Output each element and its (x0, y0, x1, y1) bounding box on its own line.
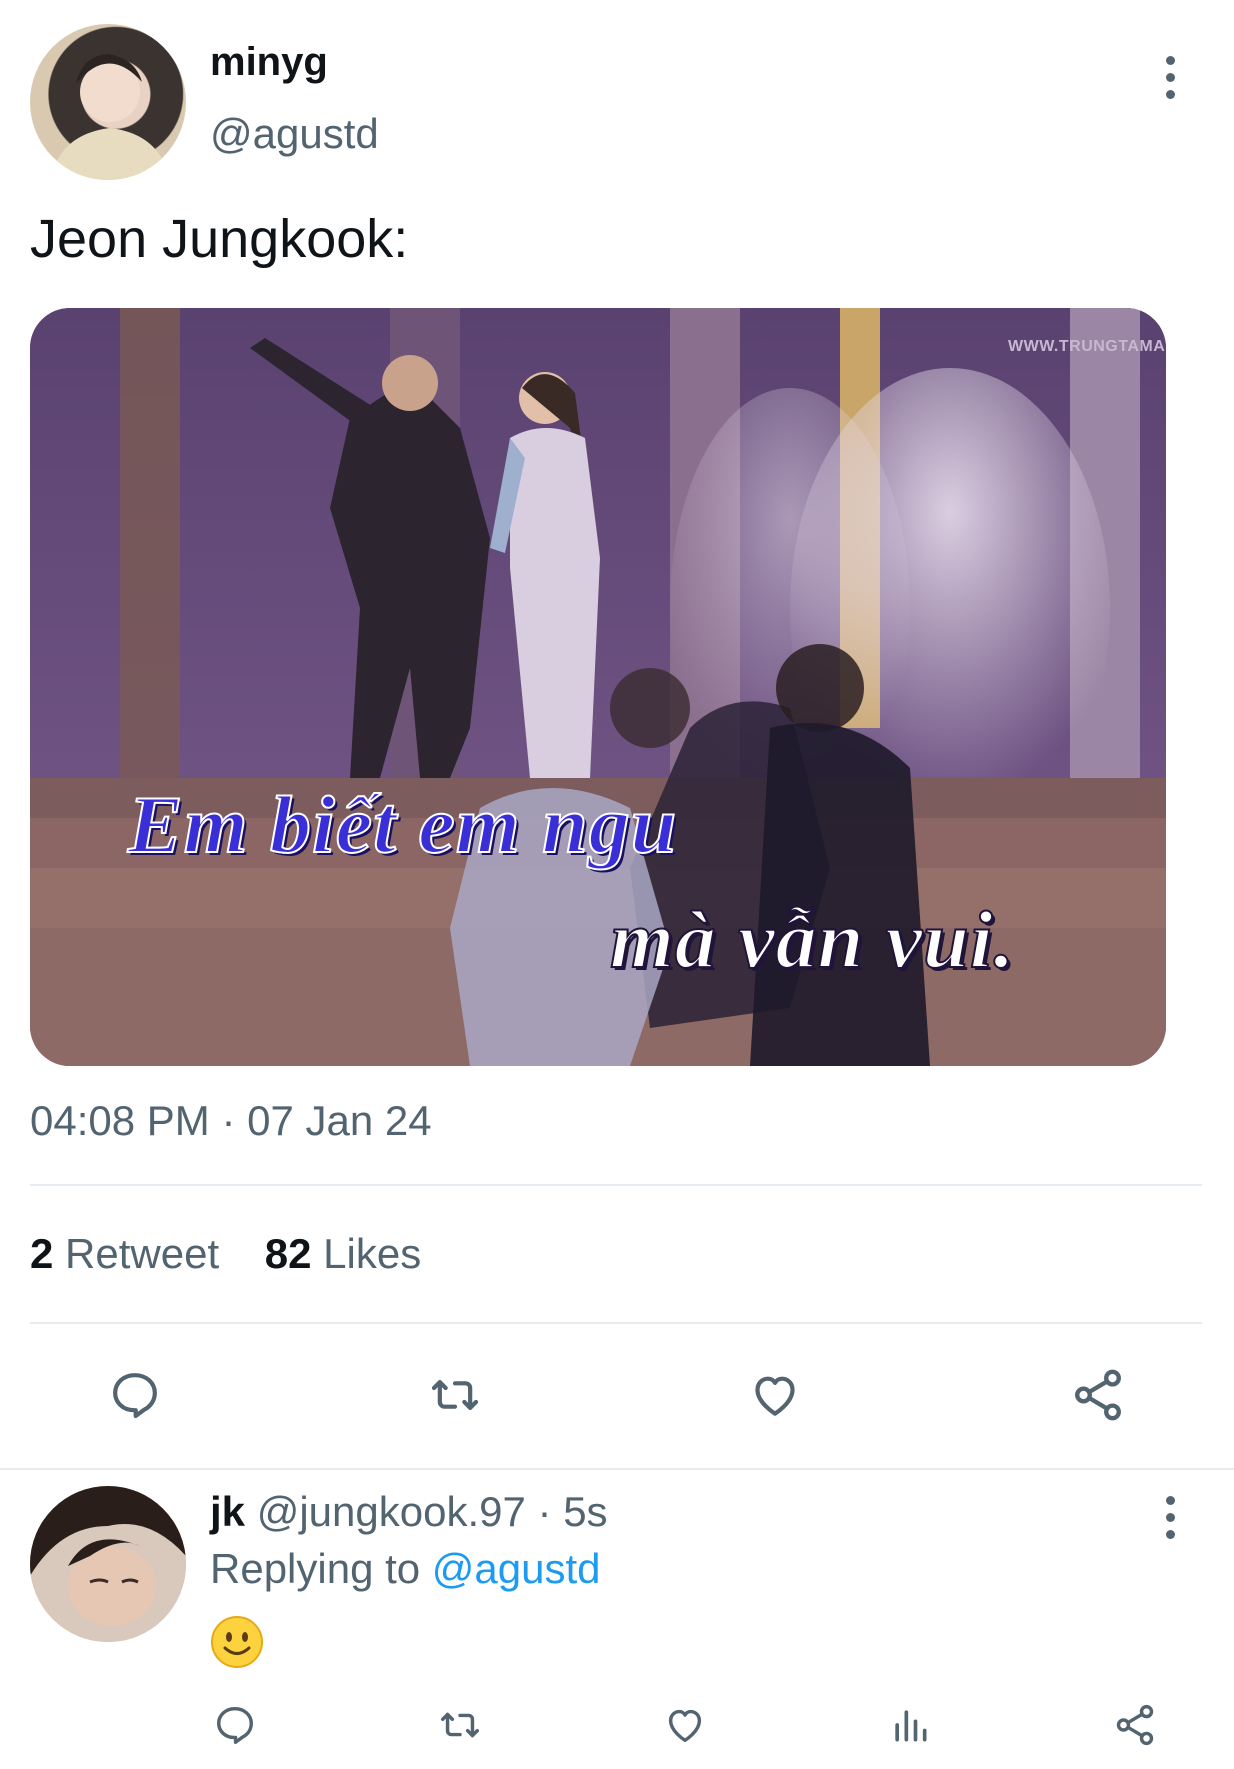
subtitle-line-1: Em biết em ngu (127, 778, 678, 871)
reply-analytics-button[interactable] (885, 1700, 935, 1750)
tweet-time: 04:08 PM (30, 1097, 210, 1144)
likes-count: 82 (264, 1230, 312, 1277)
retweet-stat[interactable]: 2 Retweet (30, 1230, 231, 1277)
heart-icon (755, 1376, 795, 1416)
replying-to: Replying to @agustd (210, 1545, 601, 1593)
reply-retweet-button[interactable] (435, 1700, 485, 1750)
reply-author-avatar[interactable] (30, 1486, 186, 1642)
reply-button[interactable] (100, 1365, 170, 1425)
author-handle[interactable]: @agustd (210, 110, 379, 158)
reply-header: jk @jungkook.97 · 5s (210, 1488, 608, 1536)
media-watermark: WWW.TRUNGTAMAS (1008, 338, 1166, 355)
reply-author-name[interactable]: jk (210, 1488, 245, 1535)
retweet-icon (441, 1712, 479, 1738)
likes-label: Likes (323, 1230, 422, 1277)
share-icon (1075, 1369, 1121, 1421)
retweet-button[interactable] (420, 1365, 490, 1425)
smiling-face-emoji (210, 1615, 264, 1669)
reply-reply-button[interactable] (210, 1700, 260, 1750)
reply-time: 5s (563, 1488, 608, 1535)
reply-share-button[interactable] (1110, 1700, 1160, 1750)
more-options-icon[interactable] (1163, 56, 1177, 99)
tweet-text: Jeon Jungkook: (30, 209, 409, 269)
reply-more-options-icon[interactable] (1163, 1496, 1177, 1539)
tweet-media[interactable]: WWW.TRUNGTAMAS Em biết em ngu mà vẫn vui… (30, 308, 1166, 1066)
retweet-icon (431, 1380, 479, 1410)
reply-separator: · (537, 1488, 552, 1535)
retweet-count: 2 (30, 1230, 54, 1277)
divider-top (30, 1184, 1202, 1186)
reply-icon (216, 1706, 254, 1744)
tweet-date: 07 Jan 24 (247, 1097, 432, 1144)
retweet-label: Retweet (65, 1230, 220, 1277)
reply-icon (113, 1373, 157, 1419)
likes-stat[interactable]: 82 Likes (265, 1230, 421, 1277)
author-name[interactable]: minyg (210, 40, 328, 85)
heart-icon (668, 1709, 702, 1743)
reply-like-button[interactable] (660, 1700, 710, 1750)
like-button[interactable] (740, 1365, 810, 1425)
divider-bottom (30, 1322, 1202, 1324)
replying-to-handle[interactable]: @agustd (432, 1545, 601, 1592)
tweet-timestamp: 04:08 PM · 07 Jan 24 (30, 1097, 432, 1145)
section-divider (0, 1468, 1234, 1470)
subtitle-line-2: mà vẫn vui. (609, 893, 1016, 986)
timestamp-separator: · (221, 1097, 236, 1144)
reply-author-handle[interactable]: @jungkook.97 (257, 1488, 526, 1535)
replying-to-label: Replying to (210, 1545, 421, 1592)
share-icon (1116, 1704, 1154, 1746)
share-button[interactable] (1063, 1365, 1133, 1425)
analytics-icon (895, 1710, 927, 1742)
tweet-stats: 2 Retweet 82 Likes (30, 1230, 421, 1278)
author-avatar[interactable] (30, 24, 186, 180)
